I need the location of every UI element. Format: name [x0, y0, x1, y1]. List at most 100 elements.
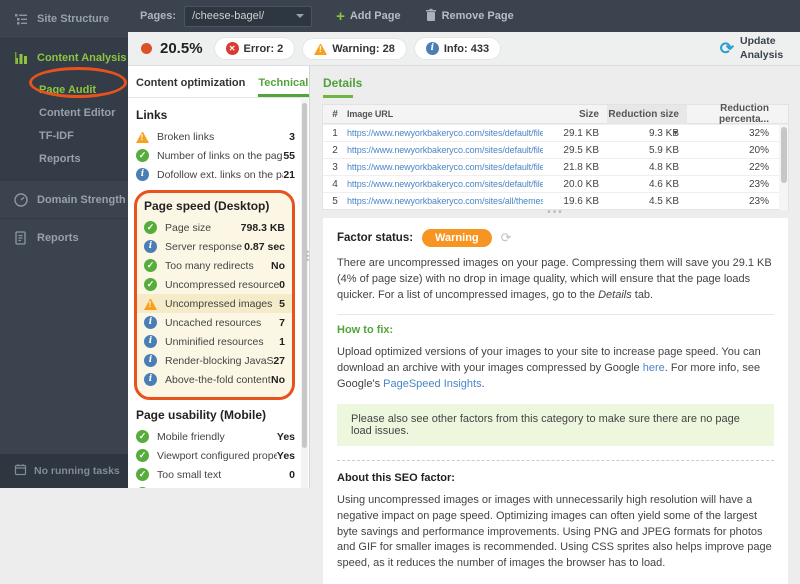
site-structure-icon	[13, 11, 29, 27]
col-image-url[interactable]: Image URL	[347, 109, 543, 119]
factor-status-card: Factor status: Warning ⟳ There are uncom…	[323, 218, 788, 584]
analysis-stats-bar: 20.5% ✕ Error: 2 Warning: 28 i Info: 433…	[128, 32, 800, 66]
factor-value: 3	[289, 130, 295, 143]
sidebar-item-domain-strength[interactable]: Domain Strength	[0, 180, 128, 218]
factor-row-uncached-resources[interactable]: i Uncached resources 7	[144, 313, 285, 332]
factor-row-redirects[interactable]: ✓ Too many redirects No	[144, 256, 285, 275]
recheck-icon[interactable]: ⟳	[501, 230, 512, 246]
how-to-fix-text: Upload optimized versions of your images…	[337, 345, 761, 390]
image-url-link[interactable]: https://www.newyorkbakeryco.com/sites/de…	[347, 162, 543, 172]
factor-value: 27	[273, 354, 285, 367]
pages-dropdown-value: /cheese-bagel/	[192, 10, 265, 22]
sidebar-item-reports-sub[interactable]: Reports	[39, 148, 128, 171]
error-badge[interactable]: ✕ Error: 2	[214, 38, 295, 59]
factor-row-server-response[interactable]: i Server response time 0.87 sec	[144, 237, 285, 256]
section-title-links: Links	[136, 108, 168, 122]
info-icon: i	[144, 316, 157, 329]
sidebar-item-page-audit[interactable]: Page Audit	[39, 79, 128, 102]
image-url-link[interactable]: https://www.newyorkbakeryco.com/sites/al…	[347, 196, 543, 206]
images-table: # Image URL Size Reduction size ▼ Reduct…	[323, 103, 788, 210]
factor-row-page-size[interactable]: ✓ Page size 798.3 KB	[144, 218, 285, 237]
sidebar-item-content-editor[interactable]: Content Editor	[39, 102, 128, 125]
remove-page-label: Remove Page	[441, 10, 514, 22]
scrollbar-thumb[interactable]	[780, 127, 787, 183]
factor-row-uncompressed-resources[interactable]: ✓ Uncompressed resources 0	[144, 275, 285, 294]
chevron-down-icon	[296, 14, 305, 18]
row-num: 2	[332, 144, 338, 156]
how-to-fix-title: How to fix:	[337, 323, 394, 336]
factor-value: 5	[279, 297, 285, 310]
factor-row-viewport[interactable]: ✓ Viewport configured properly Yes	[136, 446, 295, 465]
factors-scrollbar[interactable]	[301, 99, 308, 488]
tab-technical-factors[interactable]: Technical factors	[258, 77, 309, 97]
image-url-link[interactable]: https://www.newyorkbakeryco.com/sites/de…	[347, 145, 543, 155]
table-scrollbar[interactable]	[779, 125, 788, 210]
add-page-button[interactable]: + Add Page	[336, 9, 401, 24]
warning-icon	[136, 131, 149, 143]
score-dot-icon	[141, 43, 152, 54]
factor-row-tap-targets[interactable]: ✓ Too small tap targets 0	[136, 484, 295, 488]
table-row: 2 https://www.newyorkbakeryco.com/sites/…	[323, 141, 788, 158]
reports-icon	[13, 230, 29, 246]
table-row: 4 https://www.newyorkbakeryco.com/sites/…	[323, 175, 788, 192]
image-url-link[interactable]: https://www.newyorkbakeryco.com/sites/de…	[347, 128, 543, 138]
pages-label: Pages:	[140, 10, 177, 22]
factor-status-badge: Warning	[422, 229, 492, 247]
factor-label: Number of links on the page	[157, 149, 284, 162]
warning-badge[interactable]: Warning: 28	[303, 38, 406, 59]
factor-row-unminified-resources[interactable]: i Unminified resources 1	[144, 332, 285, 351]
info-icon: i	[144, 354, 157, 367]
factor-row-dofollow-links[interactable]: i Dofollow ext. links on the page 21	[136, 165, 295, 184]
top-toolbar: Pages: /cheese-bagel/ + Add Page Remove …	[128, 0, 800, 32]
factor-value: 0	[289, 468, 295, 481]
sidebar-item-tf-idf[interactable]: TF-IDF	[39, 125, 128, 148]
info-badge-label: Info: 433	[443, 42, 490, 55]
factor-label: Above-the-fold content prioritized	[165, 373, 271, 386]
col-reduction-size[interactable]: Reduction size ▼	[607, 104, 687, 137]
factor-row-mobile-friendly[interactable]: ✓ Mobile friendly Yes	[136, 427, 295, 446]
col-num[interactable]: #	[323, 109, 347, 120]
col-size[interactable]: Size	[543, 109, 607, 120]
sidebar-item-reports[interactable]: Reports	[0, 218, 128, 256]
row-reduction: 4.8 KB	[648, 161, 679, 173]
audit-score: 20.5%	[160, 40, 203, 57]
factor-label: Page size	[165, 221, 212, 234]
image-url-link[interactable]: https://www.newyorkbakeryco.com/sites/de…	[347, 179, 543, 189]
remove-page-button[interactable]: Remove Page	[425, 8, 514, 24]
row-reduction: 5.9 KB	[648, 144, 679, 156]
check-icon: ✓	[144, 221, 157, 234]
tab-content-optimization[interactable]: Content optimization	[136, 77, 245, 97]
factor-row-render-blocking[interactable]: i Render-blocking JavaScript/CSS 27	[144, 351, 285, 370]
check-icon: ✓	[136, 430, 149, 443]
sidebar-item-label: Content Analysis	[37, 52, 127, 64]
factor-row-small-text[interactable]: ✓ Too small text 0	[136, 465, 295, 484]
factor-row-broken-links[interactable]: Broken links 3	[136, 127, 295, 146]
download-archive-link[interactable]: here	[643, 362, 665, 374]
sidebar-item-site-structure[interactable]: Site Structure	[0, 0, 128, 38]
factor-value: No	[271, 259, 285, 272]
col-reduction-percent[interactable]: Reduction percenta...	[687, 103, 779, 125]
info-badge[interactable]: i Info: 433	[414, 38, 501, 59]
row-percent: 32%	[748, 127, 769, 139]
factor-row-links-count[interactable]: ✓ Number of links on the page 55	[136, 146, 295, 165]
info-icon: i	[144, 335, 157, 348]
section-resize-handle[interactable]: •••	[323, 208, 788, 218]
factor-value: 55	[283, 149, 295, 162]
pagespeed-insights-link[interactable]: PageSpeed Insights	[383, 378, 481, 390]
factor-row-uncompressed-images[interactable]: Uncompressed images 5	[137, 294, 292, 313]
factor-row-above-fold[interactable]: i Above-the-fold content prioritized No	[144, 370, 285, 389]
row-num: 5	[332, 195, 338, 207]
warning-icon	[314, 43, 328, 55]
factor-value: 21	[283, 168, 295, 181]
update-analysis-button[interactable]: ⟳ Update Analysis	[720, 35, 786, 61]
factor-value: No	[271, 373, 285, 386]
panel-resize-handle[interactable]: • • •	[306, 248, 309, 265]
info-icon: i	[144, 373, 157, 386]
sidebar-item-content-analysis[interactable]: Content Analysis	[0, 39, 128, 77]
error-icon: ✕	[225, 42, 239, 55]
scrollbar-thumb[interactable]	[302, 103, 307, 448]
row-size: 29.5 KB	[563, 144, 599, 156]
section-title-page-usability: Page usability (Mobile)	[136, 408, 267, 422]
sidebar-item-label: Reports	[37, 231, 79, 244]
pages-dropdown[interactable]: /cheese-bagel/	[184, 5, 313, 27]
